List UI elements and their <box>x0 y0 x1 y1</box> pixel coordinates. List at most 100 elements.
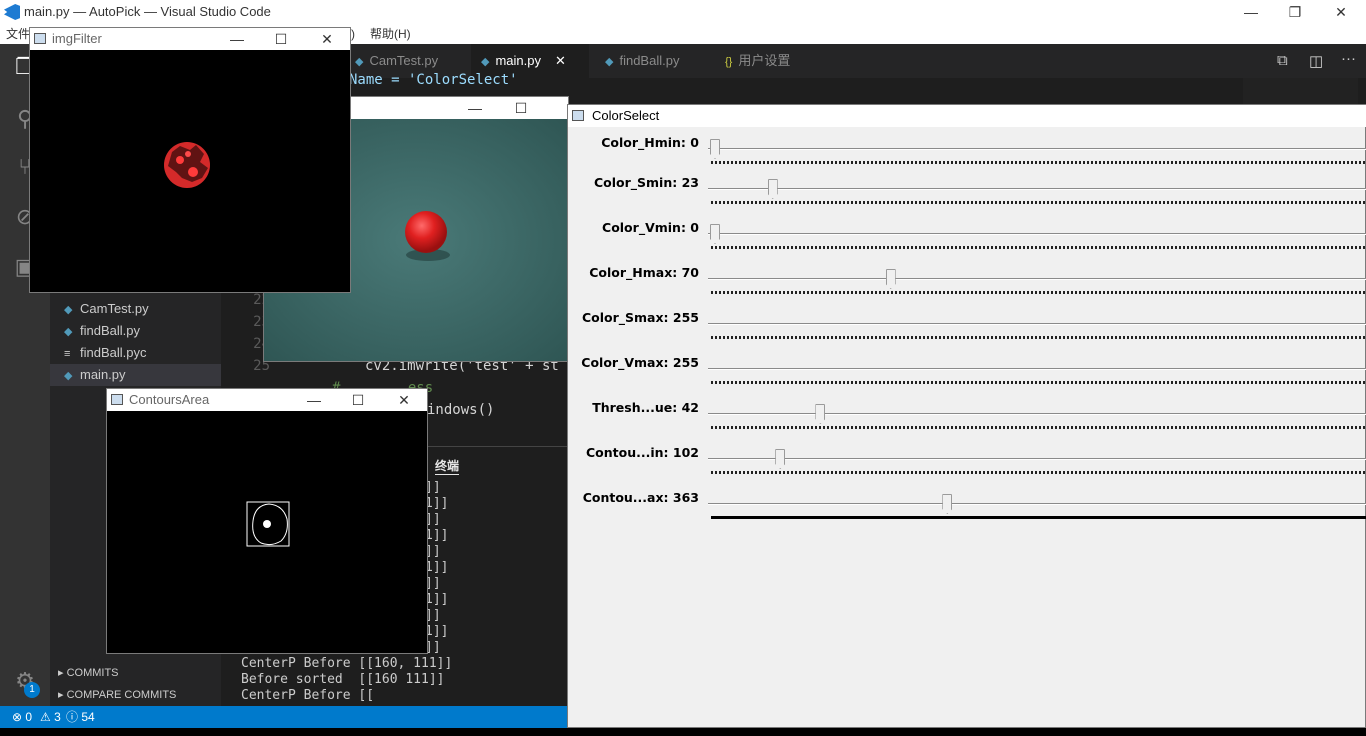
file-lines-icon: ≡ <box>64 348 71 360</box>
section-compare-commits[interactable]: ▸ COMPARE COMMITS <box>58 688 176 701</box>
explorer-file-findball-pyc[interactable]: ≡ findBall.pyc <box>64 342 221 364</box>
tab-label: main.py <box>495 53 541 68</box>
trackbar-track[interactable] <box>708 413 1366 415</box>
trackbar-track[interactable] <box>708 188 1366 190</box>
terminal-line: CenterP Before [[160, 111]] <box>241 656 453 671</box>
info-icon: ⓘ <box>66 710 79 724</box>
trackbar-track[interactable] <box>708 368 1366 370</box>
errors-status[interactable]: ⊗ 0 <box>12 706 32 728</box>
trackbar-track[interactable] <box>708 148 1366 150</box>
info-count: 54 <box>81 710 95 724</box>
colorselect-window-titlebar[interactable]: ColorSelect <box>568 105 1366 127</box>
trackbar-ticks <box>711 161 1366 164</box>
trackbar-row: Color_Vmin: 0 <box>568 220 1366 265</box>
trackbar-ticks <box>711 246 1366 249</box>
trackbar-row: Contou...ax: 363 <box>568 490 1366 535</box>
info-status[interactable]: ⓘ 54 <box>66 706 95 728</box>
contoursarea-window[interactable]: ContoursArea — ☐ ✕ <box>106 388 428 654</box>
colorselect-window[interactable]: ColorSelect Color_Hmin: 0 Color_Smin: 23 C… <box>567 104 1366 728</box>
trackbar-ticks <box>711 381 1366 384</box>
python-icon: ◆ <box>64 370 73 382</box>
explorer-file-main[interactable]: ◆ main.py <box>50 364 221 386</box>
terminal-line: 1]] <box>425 624 449 639</box>
center-point <box>263 520 271 528</box>
warning-count: 3 <box>54 710 61 724</box>
window-title: imgFilter <box>52 31 102 46</box>
close-button[interactable]: ✕ <box>306 28 348 50</box>
status-bar: ⊗ 0 ⚠ 3 ⓘ 54 <box>0 706 567 728</box>
trackbar-thumb[interactable] <box>942 494 953 514</box>
trackbar-track[interactable] <box>708 458 1366 460</box>
trackbar-label: Color_Hmin: 0 <box>601 135 699 150</box>
close-tab-icon[interactable]: ✕ <box>555 53 566 68</box>
vscode-logo-icon <box>4 4 20 20</box>
menu-file[interactable]: 文件 <box>6 25 30 43</box>
maximize-button[interactable]: ☐ <box>337 389 379 411</box>
tab-user-settings[interactable]: {} 用户设置 <box>715 44 815 78</box>
trackbar-thumb[interactable] <box>710 224 720 244</box>
trackbar-thumb[interactable] <box>775 449 786 469</box>
tab-terminal[interactable]: 终端 <box>435 457 460 475</box>
trackbar-label: Color_Vmax: 255 <box>581 355 699 370</box>
red-ball <box>405 211 447 253</box>
more-actions-icon[interactable]: ··· <box>1341 50 1356 67</box>
minimize-button[interactable]: — <box>216 28 258 50</box>
trackbar-thumb[interactable] <box>767 179 778 199</box>
code-line-name: Name = 'ColorSelect' <box>349 72 518 88</box>
imgfilter-window[interactable]: imgFilter — ☐ ✕ <box>29 27 351 293</box>
trackbar-row: Thresh...ue: 42 <box>568 400 1366 445</box>
close-button[interactable]: ✕ <box>1318 0 1364 24</box>
python-icon: ◆ <box>355 56 364 68</box>
tab-label: findBall.py <box>619 53 680 68</box>
file-label: findBall.py <box>80 323 140 338</box>
maximize-button[interactable]: ☐ <box>260 28 302 50</box>
trackbar-track[interactable] <box>708 278 1366 280</box>
trackbar-row: Color_Hmin: 0 <box>568 135 1366 180</box>
trackbar-list: Color_Hmin: 0 Color_Smin: 23 Color_Vmin: 0… <box>568 127 1366 547</box>
taskbar <box>0 728 1366 736</box>
trackbar-label: Color_Vmin: 0 <box>602 220 699 235</box>
section-commits[interactable]: ▸ COMMITS <box>58 666 119 679</box>
maximize-button[interactable]: ☐ <box>500 97 542 119</box>
trackbar-track[interactable] <box>708 233 1366 235</box>
contoursarea-window-titlebar[interactable]: ContoursArea — ☐ ✕ <box>107 389 427 411</box>
code-line-27: indows() <box>427 402 495 418</box>
close-button[interactable]: ✕ <box>383 389 425 411</box>
imgfilter-window-titlebar[interactable]: imgFilter — ☐ ✕ <box>30 28 350 50</box>
trackbar-thumb[interactable] <box>710 139 720 159</box>
window-icon <box>111 394 123 405</box>
warnings-status[interactable]: ⚠ 3 <box>40 706 61 728</box>
open-changes-icon[interactable]: ⧉ <box>1277 52 1288 69</box>
python-icon: ◆ <box>605 56 614 68</box>
trackbar-row: Color_Hmax: 70 <box>568 265 1366 310</box>
minimize-button[interactable]: — <box>293 389 335 411</box>
window-icon <box>572 110 584 121</box>
restore-button[interactable]: ❐ <box>1272 0 1318 24</box>
split-editor-icon[interactable]: ◫ <box>1309 52 1323 70</box>
section-label: COMPARE COMMITS <box>66 689 177 701</box>
trackbar-row: Color_Smin: 23 <box>568 175 1366 220</box>
trackbar-label: Color_Smin: 23 <box>593 175 699 190</box>
python-icon: ◆ <box>64 304 73 316</box>
trackbar-label: Color_Hmax: 70 <box>589 265 699 280</box>
tab-label: 用户设置 <box>738 53 791 68</box>
trackbar-thumb[interactable] <box>815 404 826 424</box>
menu-help[interactable]: 帮助(H) <box>370 25 411 43</box>
menu-terminal[interactable]: ) <box>351 25 355 43</box>
tab-findball[interactable]: ◆ findBall.py <box>595 44 705 78</box>
minimize-button[interactable]: — <box>1228 0 1274 24</box>
trackbar-track[interactable] <box>708 503 1366 505</box>
trackbar-row: Contou...in: 102 <box>568 445 1366 490</box>
vscode-titlebar: main.py — AutoPick — Visual Studio Code … <box>0 0 1366 24</box>
explorer-file-camtest[interactable]: ◆ CamTest.py <box>64 298 221 320</box>
trackbar-ticks <box>711 516 1366 519</box>
window-title: ContoursArea <box>129 392 210 407</box>
terminal-line: 1]] <box>425 592 449 607</box>
trackbar-track[interactable] <box>708 323 1366 325</box>
explorer-file-findball[interactable]: ◆ findBall.py <box>64 320 221 342</box>
warning-icon: ⚠ <box>40 710 51 724</box>
trackbar-thumb[interactable] <box>885 269 896 289</box>
error-count: 0 <box>25 710 33 724</box>
trackbar-label: Color_Smax: 255 <box>581 310 699 325</box>
minimize-button[interactable]: — <box>454 97 496 119</box>
